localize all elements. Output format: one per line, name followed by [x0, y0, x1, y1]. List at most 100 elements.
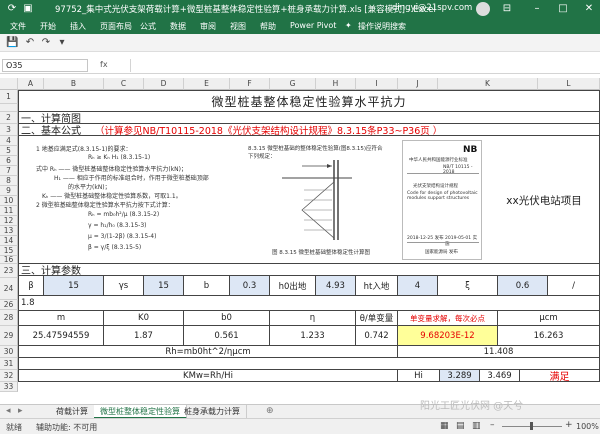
name-box[interactable]: O35 [2, 59, 88, 72]
row-header[interactable]: 28 [0, 310, 18, 326]
row-header[interactable]: 6 [0, 156, 18, 166]
col-header[interactable]: A [18, 78, 44, 90]
redo-icon[interactable]: ↷ [40, 37, 52, 49]
col-header[interactable]: G [270, 78, 316, 90]
row-header[interactable]: 16 [0, 255, 18, 264]
col-header[interactable]: I [356, 78, 398, 90]
zoom-level[interactable]: 100% [576, 422, 599, 431]
add-sheet-icon[interactable]: ⊕ [266, 406, 274, 416]
maximize-icon[interactable]: □ [556, 2, 570, 16]
project-name[interactable]: xx光伏电站项目 [488, 180, 600, 220]
param-h0-label[interactable]: h0出地 [270, 276, 316, 296]
tab-file[interactable]: 文件 [10, 21, 26, 32]
zoom-thumb[interactable] [530, 422, 533, 430]
value-b0[interactable]: 0.561 [184, 326, 270, 346]
tab-view[interactable]: 视图 [230, 21, 246, 32]
head-solver-note[interactable]: 单变量求解，每次必点 [398, 310, 498, 326]
value-solver[interactable]: 9.68203E-12 [398, 326, 498, 346]
row-header[interactable]: 13 [0, 226, 18, 236]
value-m[interactable]: 25.47594559 [18, 326, 104, 346]
row-header[interactable]: 30 [0, 346, 18, 358]
row-header[interactable]: 4 [0, 136, 18, 146]
section-3-heading[interactable]: 三、计算参数 [18, 264, 600, 276]
result-status[interactable]: 满足 [520, 370, 600, 382]
value-theta[interactable]: 0.742 [356, 326, 398, 346]
section-2-heading[interactable]: 二、基本公式 （计算参见NB/T10115-2018《光伏支架结构设计规程》8.… [18, 124, 600, 136]
zoom-out-icon[interactable]: – [490, 420, 495, 430]
next-sheet-icon[interactable]: ▸ [18, 406, 23, 416]
col-header[interactable]: D [144, 78, 184, 90]
zoom-in-icon[interactable]: + [565, 420, 573, 430]
row-header[interactable]: 31 [0, 358, 18, 370]
kmw-formula[interactable]: KMw=Rh/Hi [18, 370, 398, 382]
save-icon[interactable]: 💾 [6, 37, 18, 49]
tab-page-layout[interactable]: 页面布局 [100, 21, 132, 32]
param-gamma-label[interactable]: γs [104, 276, 144, 296]
param-gamma-value[interactable]: 15 [144, 276, 184, 296]
tab-power-pivot[interactable]: Power Pivot [290, 21, 336, 30]
tab-review[interactable]: 审阅 [200, 21, 216, 32]
param-ht-label[interactable]: ht入地 [356, 276, 398, 296]
col-header[interactable]: F [230, 78, 270, 90]
autosave-icon[interactable]: ⟳ [6, 3, 18, 15]
head-theta[interactable]: θ/单变量 [356, 310, 398, 326]
param-beta-value[interactable]: 15 [44, 276, 104, 296]
row-header[interactable]: 10 [0, 196, 18, 206]
row-header[interactable]: 9 [0, 186, 18, 196]
select-all-corner[interactable] [0, 78, 18, 90]
row-header[interactable]: 8 [0, 176, 18, 186]
param-b-label[interactable]: b [184, 276, 230, 296]
sheet-tab-capacity[interactable]: 桩身承载力计算 [178, 405, 247, 419]
head-b0[interactable]: b0 [184, 310, 270, 326]
value-eta[interactable]: 1.233 [270, 326, 356, 346]
param-ht-value[interactable]: 4 [398, 276, 438, 296]
tab-help[interactable]: 帮助 [260, 21, 276, 32]
kmw-value[interactable]: 3.469 [480, 370, 520, 382]
sheet-tab-stability[interactable]: 微型桩整体稳定性验算 [94, 405, 187, 419]
row-header[interactable]: 29 [0, 326, 18, 346]
row-header[interactable]: 11 [0, 206, 18, 216]
prev-sheet-icon[interactable]: ◂ [6, 406, 11, 416]
hi-value[interactable]: 3.289 [440, 370, 480, 382]
tab-formulas[interactable]: 公式 [140, 21, 156, 32]
row-header[interactable]: 33 [0, 382, 18, 392]
section-1-heading[interactable]: 一、计算简图 [18, 112, 600, 124]
param-beta-label[interactable]: β [18, 276, 44, 296]
ribbon-display-icon[interactable]: ⊟ [500, 2, 514, 16]
row-header[interactable]: 14 [0, 236, 18, 246]
row-header[interactable]: 32 [0, 370, 18, 382]
fx-icon[interactable]: fx [100, 60, 108, 69]
minimize-icon[interactable]: – [530, 2, 544, 16]
hi-label[interactable]: Hi [398, 370, 440, 382]
tab-data[interactable]: 数据 [170, 21, 186, 32]
avatar[interactable] [476, 2, 490, 16]
row-header[interactable]: 2 [0, 112, 18, 124]
customize-icon[interactable]: ▾ [56, 37, 68, 49]
close-icon[interactable]: ✕ [582, 2, 596, 16]
rh-value[interactable]: 11.408 [398, 346, 600, 358]
sheet-title[interactable]: 微型桩基整体稳定性验算水平抗力 [18, 90, 600, 112]
save-icon[interactable]: ▣ [22, 3, 34, 15]
param-xi-value[interactable]: 0.6 [498, 276, 548, 296]
tab-insert[interactable]: 插入 [70, 21, 86, 32]
formula-input[interactable] [130, 59, 596, 72]
col-header[interactable]: L [538, 78, 600, 90]
param-extra[interactable]: / [548, 276, 600, 296]
page-layout-icon[interactable]: ▤ [456, 421, 465, 431]
value-k0[interactable]: 1.87 [104, 326, 184, 346]
head-mu[interactable]: μcm [498, 310, 600, 326]
row-header[interactable]: 12 [0, 216, 18, 226]
row-header[interactable]: 7 [0, 166, 18, 176]
head-k0[interactable]: K0 [104, 310, 184, 326]
normal-view-icon[interactable]: ▦ [440, 421, 449, 431]
row-header[interactable]: 1 [0, 90, 18, 104]
row-header[interactable]: 5 [0, 146, 18, 156]
row-header[interactable] [0, 104, 18, 112]
col-header[interactable]: B [44, 78, 104, 90]
row-header[interactable]: 24 [0, 278, 18, 300]
col-header[interactable]: K [438, 78, 538, 90]
rh-formula[interactable]: Rh=mb0ht^2/ημcm [18, 346, 398, 358]
head-eta[interactable]: η [270, 310, 356, 326]
param-b-value[interactable]: 0.3 [230, 276, 270, 296]
row-header[interactable]: 26 [0, 300, 18, 310]
